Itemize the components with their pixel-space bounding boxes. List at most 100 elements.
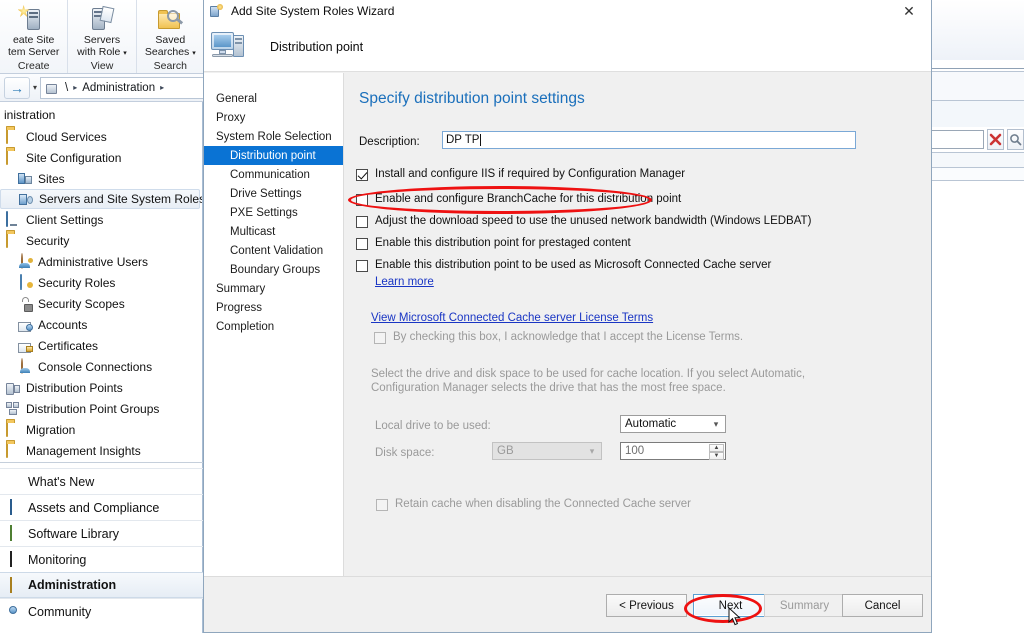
checkbox-accept-license-box[interactable] <box>374 332 386 344</box>
stepper-down-button[interactable]: ▼ <box>709 452 724 460</box>
checkbox-ledbat[interactable]: Adjust the download speed to use the unu… <box>356 215 811 228</box>
stepper-buttons[interactable]: ▲ ▼ <box>709 444 724 458</box>
right-ribbon-remnant <box>928 0 1024 60</box>
wizard-step-summary[interactable]: Summary <box>204 279 343 298</box>
workspace-community[interactable]: Community <box>0 598 203 624</box>
tree-item-distribution-points[interactable]: Distribution Points <box>0 377 202 398</box>
tree-item-label: Security Roles <box>38 276 115 290</box>
description-input[interactable]: DP TP <box>442 131 856 149</box>
license-terms-link[interactable]: View Microsoft Connected Cache server Li… <box>371 312 653 324</box>
wizard-step-completion[interactable]: Completion <box>204 317 343 336</box>
wizard-step-distribution-point[interactable]: Distribution point <box>204 146 343 165</box>
previous-button[interactable]: < Previous <box>606 594 687 617</box>
tree-item-site-configuration[interactable]: Site Configuration <box>0 147 202 168</box>
tree-item-migration[interactable]: Migration <box>0 419 202 440</box>
wizard-step-proxy[interactable]: Proxy <box>204 108 343 127</box>
ribbon-group-search[interactable]: SavedSearches ▾ Search <box>137 0 205 73</box>
dialog-title-text: Add Site System Roles Wizard <box>231 4 394 18</box>
checkbox-retain-cache-box[interactable] <box>376 499 388 511</box>
close-button[interactable]: ✕ <box>887 0 931 22</box>
tree-item-management-insights[interactable]: Management Insights <box>0 440 202 461</box>
text-caret <box>480 134 481 146</box>
disk-space-unit-select[interactable]: GB ▾ <box>492 442 602 460</box>
workspace-monitoring[interactable]: Monitoring <box>0 546 203 572</box>
wizard-step-pxe-settings[interactable]: PXE Settings <box>204 203 343 222</box>
page-title: Specify distribution point settings <box>359 90 585 108</box>
local-drive-select[interactable]: Automatic ▾ <box>620 415 726 433</box>
console-right-remnant <box>924 0 1024 633</box>
wizard-step-general[interactable]: General <box>204 89 343 108</box>
disk-space-stepper[interactable]: 100 ▲ ▼ <box>620 442 726 460</box>
checkbox-install-iis-box[interactable] <box>356 169 368 181</box>
description-label: Description: <box>359 136 420 148</box>
ribbon-group-view[interactable]: Serverswith Role ▾ View <box>68 0 136 73</box>
checkbox-ledbat-box[interactable] <box>356 216 368 228</box>
stepper-up-button[interactable]: ▲ <box>709 444 724 452</box>
history-dropdown-icon[interactable]: ▾ <box>33 83 37 92</box>
checkbox-connected-cache[interactable]: Enable this distribution point to be use… <box>356 259 771 272</box>
breadcrumb-arrow-2: ▸ <box>160 83 164 92</box>
local-drive-value: Automatic <box>625 418 676 430</box>
chevron-down-icon-disk-unit: ▾ <box>585 446 599 457</box>
forward-button[interactable]: → <box>4 77 30 99</box>
checkbox-accept-license[interactable]: By checking this box, I acknowledge that… <box>374 331 743 344</box>
tree-item-sites[interactable]: Sites <box>0 168 202 189</box>
tree-item-accounts[interactable]: Accounts <box>0 314 202 335</box>
workspace-administration[interactable]: Administration <box>0 572 203 598</box>
tree-item-security-scopes[interactable]: Security Scopes <box>0 293 202 314</box>
wizard-step-label: Distribution point <box>230 150 316 162</box>
tree-item-distribution-point-groups[interactable]: Distribution Point Groups <box>0 398 202 419</box>
checkbox-branchcache-label: Enable and configure BranchCache for thi… <box>375 193 681 205</box>
checkbox-branchcache[interactable]: Enable and configure BranchCache for thi… <box>356 193 681 206</box>
clear-search-button[interactable] <box>987 129 1004 150</box>
wizard-step-boundary-groups[interactable]: Boundary Groups <box>204 260 343 279</box>
search-input[interactable] <box>928 130 984 149</box>
summary-button: Summary <box>764 594 845 617</box>
ribbon-group-search-label: SavedSearches ▾ <box>145 35 196 59</box>
ribbon-group-create[interactable]: eate Sitetem Server Create <box>0 0 68 73</box>
tree-item-certificates[interactable]: Certificates <box>0 335 202 356</box>
checkbox-prestaged-content[interactable]: Enable this distribution point for prest… <box>356 237 631 250</box>
tree-item-administrative-users[interactable]: Administrative Users <box>0 251 202 272</box>
tree-item-console-connections[interactable]: Console Connections <box>0 356 202 377</box>
workspace-what-s-new[interactable]: What's New <box>0 468 203 494</box>
breadcrumb-item-administration[interactable]: Administration <box>82 82 155 94</box>
workspace-label: Assets and Compliance <box>28 501 159 515</box>
ribbon-caption-create: Create <box>0 60 67 72</box>
checkbox-prestaged-content-box[interactable] <box>356 238 368 250</box>
cache-help-text: Select the drive and disk space to be us… <box>371 367 871 395</box>
tree-item-servers-and-site-system-roles[interactable]: Servers and Site System Roles <box>0 189 200 209</box>
learn-more-link[interactable]: Learn more <box>375 276 434 288</box>
tree-item-security-roles[interactable]: Security Roles <box>0 272 202 293</box>
wizard-step-communication[interactable]: Communication <box>204 165 343 184</box>
workspace-software-library[interactable]: Software Library <box>0 520 203 546</box>
breadcrumb[interactable]: \ ▸ Administration ▸ <box>40 77 205 99</box>
wizard-step-multicast[interactable]: Multicast <box>204 222 343 241</box>
breadcrumb-root-separator: \ <box>65 82 68 94</box>
checkbox-retain-cache[interactable]: Retain cache when disabling the Connecte… <box>376 498 691 511</box>
folder-icon <box>6 443 21 458</box>
wizard-step-content-validation[interactable]: Content Validation <box>204 241 343 260</box>
accounts-icon <box>18 317 33 332</box>
next-button[interactable]: Next <box>693 594 768 617</box>
community-icon <box>6 604 21 619</box>
checkbox-install-iis[interactable]: Install and configure IIS if required by… <box>356 168 685 181</box>
dialog-title-bar[interactable]: Add Site System Roles Wizard ✕ <box>204 0 931 22</box>
tree-item-label: Cloud Services <box>26 130 107 144</box>
wizard-icon <box>210 4 225 19</box>
cancel-button[interactable]: Cancel <box>842 594 923 617</box>
tree-item-client-settings[interactable]: Client Settings <box>0 209 202 230</box>
tree-item-label: Site Configuration <box>26 151 121 165</box>
wizard-step-system-role-selection[interactable]: System Role Selection <box>204 127 343 146</box>
search-button[interactable] <box>1007 129 1024 150</box>
wizard-step-drive-settings[interactable]: Drive Settings <box>204 184 343 203</box>
wizard-step-progress[interactable]: Progress <box>204 298 343 317</box>
checkbox-branchcache-box[interactable] <box>356 194 368 206</box>
checkbox-connected-cache-box[interactable] <box>356 260 368 272</box>
distribution-point-groups-icon <box>6 401 21 416</box>
chevron-down-icon: ▾ <box>709 419 723 430</box>
workspace-label: Community <box>28 605 91 619</box>
workspace-assets-and-compliance[interactable]: Assets and Compliance <box>0 494 203 520</box>
tree-item-cloud-services[interactable]: Cloud Services <box>0 126 202 147</box>
tree-item-security[interactable]: Security <box>0 230 202 251</box>
